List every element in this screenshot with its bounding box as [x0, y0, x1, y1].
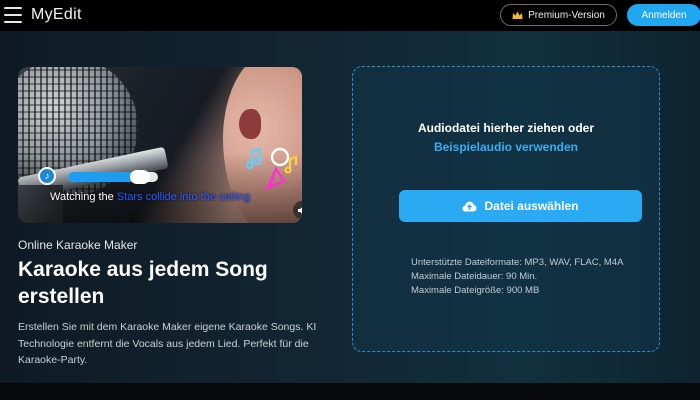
eyebrow-label: Online Karaoke Maker	[18, 238, 138, 252]
lyric-upcoming-part: Stars collide into the ceiling	[116, 191, 251, 203]
footer-strip	[0, 383, 700, 400]
sample-audio-link[interactable]: Beispielaudio verwenden	[353, 140, 659, 154]
page-description: Erstellen Sie mit dem Karaoke Maker eige…	[18, 321, 317, 366]
main-area: ♪ Watching the Stars collide into the ce…	[0, 31, 700, 383]
max-duration-text: Maximale Dateidauer: 90 Min.	[411, 271, 538, 282]
crown-icon	[512, 11, 523, 19]
choose-file-button[interactable]: Datei auswählen	[399, 190, 642, 222]
premium-version-label: Premium-Version	[528, 9, 605, 21]
drop-instruction: Audiodatei hierher ziehen oder	[417, 121, 595, 135]
top-bar: MyEdit Premium-Version Anmelden	[0, 0, 700, 31]
neon-music-notes-icon	[246, 147, 298, 192]
karaoke-lyric-line: Watching the Stars collide into the ceil…	[50, 191, 290, 203]
lyric-sung-part: Watching the	[50, 191, 117, 203]
login-button[interactable]: Anmelden	[627, 4, 700, 26]
max-size-text: Maximale Dateigröße: 900 MB	[411, 285, 540, 296]
playback-progress-bar[interactable]	[68, 170, 158, 184]
upload-info: Unterstützte Dateiformate: MP3, WAV, FLA…	[411, 256, 623, 298]
page-title: Karaoke aus jedem Song erstellen	[18, 258, 268, 308]
cloud-upload-icon	[462, 201, 477, 211]
premium-version-button[interactable]: Premium-Version	[500, 4, 617, 26]
hamburger-menu-icon[interactable]	[4, 7, 22, 23]
brand-logo[interactable]: MyEdit	[31, 6, 82, 24]
karaoke-preview-image: ♪ Watching the Stars collide into the ce…	[18, 67, 302, 223]
file-drop-zone[interactable]: Audiodatei hierher ziehen oder Beispiela…	[352, 66, 660, 352]
supported-formats-text: Unterstützte Dateiformate: MP3, WAV, FLA…	[411, 257, 624, 268]
choose-file-label: Datei auswählen	[484, 199, 579, 213]
music-note-icon: ♪	[38, 167, 56, 185]
playback-progress-knob[interactable]	[130, 170, 150, 184]
